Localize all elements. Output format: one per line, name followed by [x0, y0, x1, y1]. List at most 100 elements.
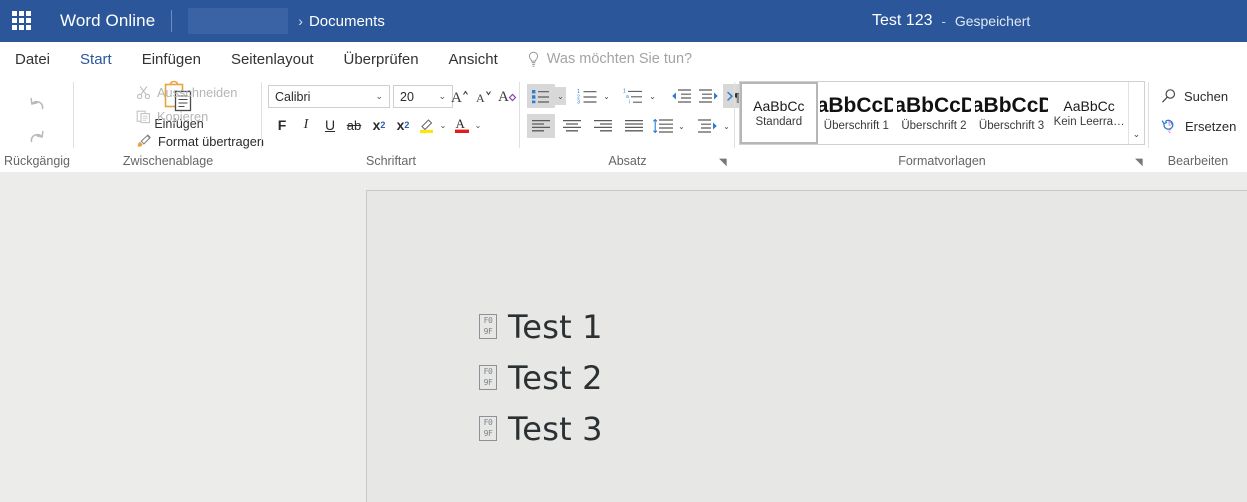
clear-formatting-button[interactable]: A [496, 84, 520, 107]
svg-text:A: A [451, 90, 462, 105]
style-ueberschrift-2[interactable]: AaBbCcDd Überschrift 2 [895, 82, 973, 144]
indent-options-dropdown[interactable]: ⌄ [721, 117, 732, 135]
numbering-dropdown[interactable]: ⌄ [601, 87, 612, 105]
tofu-hex-low: 9F [483, 327, 493, 337]
paragraph-dialog-launcher[interactable]: ◥ [719, 157, 727, 168]
superscript-index: 2 [404, 120, 410, 130]
underline-button[interactable]: U [318, 113, 342, 137]
grow-font-button[interactable]: A [448, 84, 472, 107]
bold-button[interactable]: F [270, 113, 294, 137]
tofu-hex-low: 9F [483, 429, 493, 439]
ribbon-group-clipboard: Einfügen Ausschneiden Kopieren Format üb… [74, 76, 264, 172]
tofu-hex-high: F0 [483, 366, 493, 376]
numbered-list-button[interactable]: 1 2 3 [573, 84, 601, 108]
find-button[interactable]: Suchen [1161, 88, 1228, 104]
cut-label: Ausschneiden [157, 85, 238, 100]
replace-button[interactable]: b c Ersetzen [1161, 118, 1236, 135]
align-right-button[interactable] [589, 114, 617, 138]
line-spacing-button[interactable] [649, 114, 677, 138]
document-title[interactable]: Test 123 [872, 12, 932, 30]
chevron-down-icon: ⌄ [375, 91, 383, 101]
highlighter-icon [420, 119, 433, 133]
decrease-indent-button[interactable] [667, 84, 695, 108]
document-list-item[interactable]: F0 9F Test 1 [479, 301, 603, 352]
ribbon-group-editing: Suchen b c Ersetzen Bearbeiten [1149, 76, 1247, 172]
tab-ansicht[interactable]: Ansicht [434, 42, 513, 76]
copy-label: Kopieren [157, 109, 209, 124]
group-label-undo: Rückgängig [3, 154, 70, 168]
font-color-button[interactable]: A [450, 113, 474, 137]
waffle-grid-icon[interactable] [12, 11, 32, 31]
strikethrough-button[interactable]: ab [342, 113, 366, 137]
highlight-button[interactable] [415, 113, 439, 137]
document-line-text: Test 1 [508, 307, 603, 346]
styles-dialog-launcher[interactable]: ◥ [1135, 157, 1143, 168]
multilevel-dropdown[interactable]: ⌄ [647, 87, 658, 105]
indent-options-icon [698, 119, 717, 133]
font-name-combo[interactable]: Calibri ⌄ [268, 85, 390, 108]
tab-start[interactable]: Start [65, 42, 127, 76]
tab-einfuegen[interactable]: Einfügen [127, 42, 216, 76]
font-color-dropdown[interactable]: ⌄ [473, 116, 483, 134]
style-name: Kein Leerra… [1053, 116, 1125, 129]
redo-arrow-icon [30, 130, 44, 143]
indent-options-button[interactable] [694, 114, 722, 138]
style-ueberschrift-1[interactable]: AaBbCcDd Überschrift 1 [818, 82, 896, 144]
find-label: Suchen [1184, 88, 1229, 104]
tell-me-search[interactable]: Was möchten Sie tun? [513, 42, 692, 76]
bullets-dropdown[interactable]: ⌄ [555, 87, 566, 105]
replace-icon: b c [1161, 119, 1174, 135]
breadcrumb-chevron-icon: › [298, 13, 303, 29]
breadcrumb-documents[interactable]: Documents [309, 13, 385, 30]
tofu-hex-high: F0 [483, 417, 493, 427]
group-label-clipboard: Zwischenablage [122, 154, 214, 168]
shrink-font-button[interactable]: A [472, 84, 496, 107]
superscript-base: x [396, 117, 405, 133]
tab-seitenlayout[interactable]: Seitenlayout [216, 42, 329, 76]
chevron-down-icon: ⌄ [557, 91, 564, 101]
title-separator: - [941, 13, 946, 29]
word-online-window: Word Online › Documents Test 123 - Gespe… [0, 0, 1247, 502]
superscript-button[interactable]: x2 [391, 113, 415, 137]
italic-button[interactable]: I [294, 113, 318, 137]
tab-datei[interactable]: Datei [0, 42, 65, 76]
align-center-button[interactable] [558, 114, 586, 138]
redo-button[interactable] [22, 123, 52, 149]
style-kein-leerraum[interactable]: AaBbCc Kein Leerra… [1050, 82, 1128, 144]
search-icon [1162, 89, 1176, 103]
style-preview: AaBbCcDd [972, 93, 1049, 117]
style-name: Überschrift 3 [978, 120, 1045, 133]
undo-button[interactable] [22, 90, 52, 116]
line-spacing-icon [653, 118, 673, 134]
align-left-button[interactable] [527, 114, 555, 138]
app-brand-label[interactable]: Word Online [46, 11, 169, 31]
format-painter-button[interactable]: Format übertragen [136, 133, 264, 149]
style-standard[interactable]: AaBbCc Standard [740, 82, 818, 144]
bulleted-list-button[interactable] [527, 84, 555, 108]
document-list-item[interactable]: F0 9F Test 2 [479, 352, 603, 403]
line-spacing-dropdown[interactable]: ⌄ [676, 117, 687, 135]
undo-arrow-icon [30, 97, 44, 110]
document-page[interactable]: F0 9F Test 1 F0 9F Test 2 F0 9F Test 3 [366, 190, 1247, 502]
shrink-font-icon: A [476, 91, 491, 105]
highlight-dropdown[interactable]: ⌄ [438, 116, 448, 134]
subscript-button[interactable]: x2 [367, 113, 391, 137]
document-list-item[interactable]: F0 9F Test 3 [479, 403, 603, 454]
font-size-combo[interactable]: 20 ⌄ [393, 85, 453, 108]
subscript-base: x [372, 117, 381, 133]
document-title-area: Test 123 - Gespeichert [872, 0, 1030, 42]
document-body[interactable]: F0 9F Test 1 F0 9F Test 2 F0 9F Test 3 [479, 301, 603, 454]
style-name: Standard [755, 116, 803, 129]
style-ueberschrift-3[interactable]: AaBbCcDd Überschrift 3 [973, 82, 1051, 144]
justify-button[interactable] [620, 114, 648, 138]
increase-indent-button[interactable] [695, 84, 723, 108]
style-preview: AaBbCc [1063, 97, 1115, 114]
chevron-down-icon: ⌄ [1132, 129, 1141, 139]
styles-scroll-down-button[interactable]: ⌄ [1127, 82, 1144, 144]
ribbon-group-font: Calibri ⌄ 20 ⌄ A A A F I U ab x 2 x 2 ⌄ … [262, 76, 520, 172]
svg-text:A: A [455, 116, 465, 131]
tab-ueberpruefen[interactable]: Überprüfen [329, 42, 434, 76]
multilevel-list-button[interactable]: 1 a i [619, 84, 647, 108]
style-preview: AaBbCcDd [817, 93, 894, 117]
align-left-icon [532, 119, 550, 131]
